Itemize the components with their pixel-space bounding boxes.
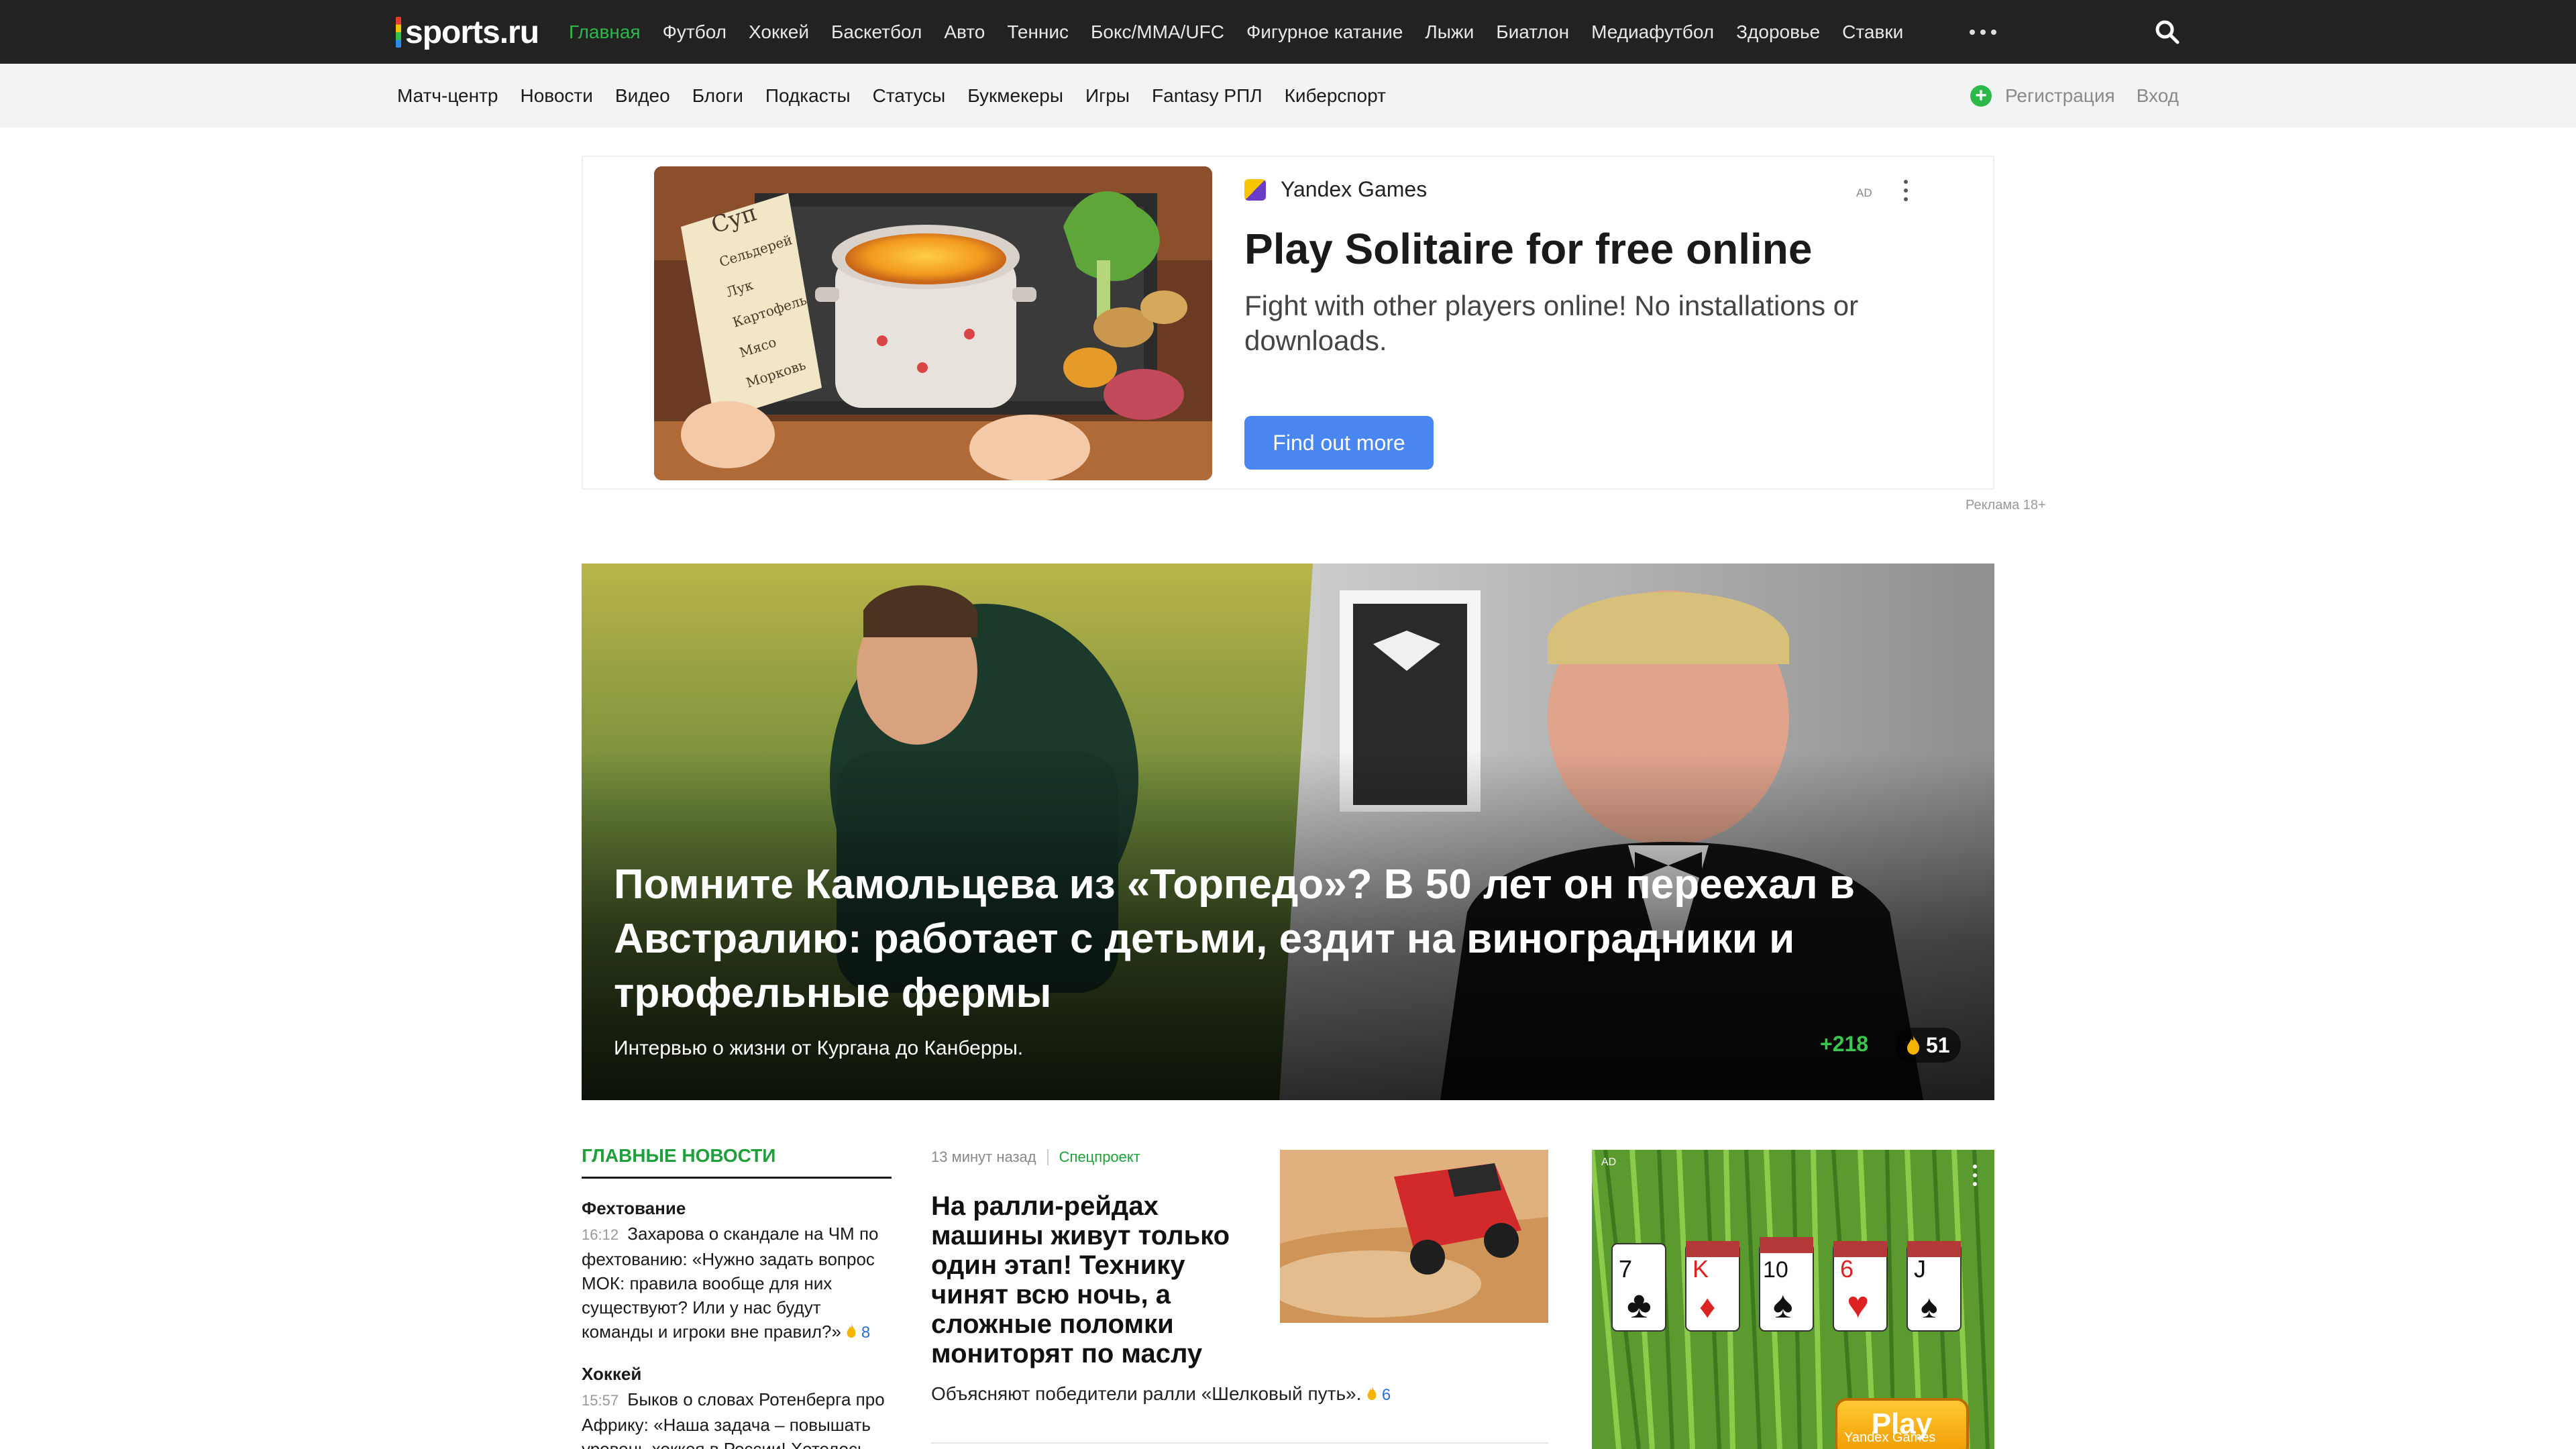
hero-article[interactable]: Помните Камольцева из «Торпедо»? В 50 ле… — [582, 564, 1994, 1100]
plus-icon[interactable]: + — [1970, 85, 1992, 107]
article-title[interactable]: На ралли-рейдах машины живут только один… — [931, 1191, 1260, 1368]
article-divider — [931, 1442, 1548, 1444]
nav-item-hockey[interactable]: Хоккей — [749, 21, 809, 43]
nav-item-home[interactable]: Главная — [569, 21, 641, 43]
ad-brand[interactable]: Yandex Games — [1244, 177, 1427, 202]
news-body[interactable]: 16:12 Захарова о скандале на ЧМ по фехто… — [582, 1222, 892, 1345]
nav-item-health[interactable]: Здоровье — [1736, 21, 1820, 43]
auth-links: + Регистрация Вход — [1970, 64, 2179, 127]
ad-options-icon[interactable] — [1899, 177, 1913, 204]
news-fire-count: 8 — [861, 1324, 871, 1342]
list-item[interactable]: Фехтование 16:12 Захарова о скандале на … — [582, 1198, 892, 1345]
flame-icon — [1367, 1387, 1377, 1400]
nav-item-mediafootball[interactable]: Медиафутбол — [1591, 21, 1714, 43]
side-ad-brand: Yandex Games — [1844, 1430, 1936, 1445]
logo-text: sports.ru — [405, 14, 539, 50]
news-time: 16:12 — [582, 1226, 619, 1243]
subnav-item-statuses[interactable]: Статусы — [873, 85, 946, 107]
article-fire-count: 6 — [1381, 1386, 1391, 1404]
nav-item-bets[interactable]: Ставки — [1842, 21, 1903, 43]
card-6: 6 — [1840, 1255, 1854, 1283]
subnav-item-bookmakers[interactable]: Букмекеры — [967, 85, 1063, 107]
subnav-item-blogs[interactable]: Блоги — [692, 85, 743, 107]
side-ad-solitaire[interactable]: 7 K 10 6 J ♣ ♦ ♠ ♥ ♠ AD Play Yandex Game… — [1592, 1150, 1994, 1449]
article-fire-counter: 6 — [1366, 1386, 1391, 1404]
more-menu-icon[interactable] — [1970, 20, 1996, 44]
side-ad-label: AD — [1601, 1157, 1617, 1168]
article-image-rally[interactable] — [1280, 1150, 1548, 1323]
subnav-item-esports[interactable]: Киберспорт — [1285, 85, 1386, 107]
subnav-item-news[interactable]: Новости — [521, 85, 593, 107]
main-news-list: Фехтование 16:12 Захарова о скандале на … — [582, 1198, 892, 1449]
news-category[interactable]: Фехтование — [582, 1198, 892, 1219]
hero-rating: +218 — [1820, 1032, 1869, 1056]
flame-icon — [1907, 1036, 1919, 1055]
news-body[interactable]: 15:57 Быков о словах Ротенберга про Афри… — [582, 1387, 892, 1449]
nav-item-boxing[interactable]: Бокс/ММА/UFC — [1091, 21, 1224, 43]
register-link[interactable]: Регистрация — [2005, 85, 2115, 107]
svg-text:♣: ♣ — [1627, 1283, 1652, 1326]
ad-brand-name: Yandex Games — [1281, 177, 1428, 201]
hero-fire-count: 51 — [1926, 1032, 1950, 1057]
nav-item-tennis[interactable]: Теннис — [1007, 21, 1069, 43]
ad-image-soup[interactable]: Суп Сельдерей Лук Картофель Мясо Морковь — [654, 166, 1212, 480]
hero-subtitle: Интервью о жизни от Кургана до Канберры. — [614, 1037, 1024, 1059]
list-item[interactable]: Хоккей 15:57 Быков о словах Ротенберга п… — [582, 1364, 892, 1449]
soup-illustration: Суп Сельдерей Лук Картофель Мясо Морковь — [654, 166, 1212, 480]
secondary-nav: Матч-центр Новости Видео Блоги Подкасты … — [397, 64, 1408, 127]
article-subtitle-text: Объясняют победители ралли «Шелковый пут… — [931, 1383, 1362, 1404]
subnav-item-games[interactable]: Игры — [1085, 85, 1130, 107]
card-10: 10 — [1763, 1257, 1788, 1283]
svg-text:♠: ♠ — [1921, 1289, 1938, 1325]
login-link[interactable]: Вход — [2137, 85, 2179, 107]
news-headline[interactable]: Быков о словах Ротенберга про Африку: «Н… — [582, 1389, 885, 1449]
nav-item-figure-skating[interactable]: Фигурное катание — [1246, 21, 1403, 43]
logo-color-bar — [396, 17, 401, 48]
news-headline[interactable]: Захарова о скандале на ЧМ по фехтованию:… — [582, 1224, 878, 1342]
subnav-item-podcasts[interactable]: Подкасты — [765, 85, 851, 107]
news-time: 15:57 — [582, 1392, 619, 1409]
article-time: 13 минут назад — [931, 1148, 1036, 1165]
subnav-item-fantasy[interactable]: Fantasy РПЛ — [1152, 85, 1263, 107]
ad-label: AD — [1856, 186, 1872, 199]
article-meta: 13 минут назад Спецпроект — [931, 1148, 1140, 1166]
ad-banner[interactable]: Суп Сельдерей Лук Картофель Мясо Морковь… — [582, 156, 1994, 490]
hero-fire-counter: 51 — [1895, 1028, 1961, 1063]
ad-title[interactable]: Play Solitaire for free online — [1244, 224, 1812, 274]
nav-item-auto[interactable]: Авто — [944, 21, 985, 43]
news-category[interactable]: Хоккей — [582, 1364, 892, 1385]
sport-sections-nav: Главная Футбол Хоккей Баскетбол Авто Тен… — [569, 0, 1925, 64]
nav-item-skiing[interactable]: Лыжи — [1425, 21, 1474, 43]
yandex-games-logo-icon — [1244, 178, 1266, 201]
rally-truck-photo — [1280, 1150, 1548, 1323]
article-subtitle: Объясняют победители ралли «Шелковый пут… — [931, 1383, 1391, 1405]
search-icon[interactable] — [2153, 18, 2182, 46]
top-navigation-bar: sports.ru Главная Футбол Хоккей Баскетбо… — [0, 0, 2576, 64]
ad-description: Fight with other players online! No inst… — [1244, 290, 1859, 356]
svg-text:♦: ♦ — [1699, 1289, 1716, 1325]
subnav-item-video[interactable]: Видео — [615, 85, 670, 107]
card-j: J — [1914, 1255, 1926, 1283]
flame-icon — [847, 1324, 856, 1338]
subnav-item-match-center[interactable]: Матч-центр — [397, 85, 498, 107]
ad-cta-button[interactable]: Find out more — [1244, 416, 1434, 470]
main-news-heading[interactable]: ГЛАВНЫЕ НОВОСТИ — [582, 1145, 892, 1179]
secondary-navigation-bar: Матч-центр Новости Видео Блоги Подкасты … — [0, 64, 2576, 127]
hero-title[interactable]: Помните Камольцева из «Торпедо»? В 50 ле… — [614, 857, 1888, 1020]
card-7: 7 — [1619, 1255, 1632, 1283]
nav-item-football[interactable]: Футбол — [663, 21, 727, 43]
article-tag[interactable]: Спецпроект — [1059, 1148, 1140, 1166]
ad-age-note: Реклама 18+ — [1966, 498, 2046, 513]
nav-item-biathlon[interactable]: Биатлон — [1496, 21, 1569, 43]
meta-divider — [1046, 1149, 1049, 1165]
svg-text:♥: ♥ — [1847, 1283, 1869, 1326]
card-k: K — [1693, 1255, 1709, 1283]
nav-item-basketball[interactable]: Баскетбол — [831, 21, 922, 43]
svg-text:♠: ♠ — [1773, 1283, 1793, 1326]
sports-ru-logo[interactable]: sports.ru — [396, 15, 539, 50]
side-ad-options-icon[interactable] — [1972, 1162, 1978, 1189]
news-fire-counter: 8 — [846, 1324, 870, 1342]
